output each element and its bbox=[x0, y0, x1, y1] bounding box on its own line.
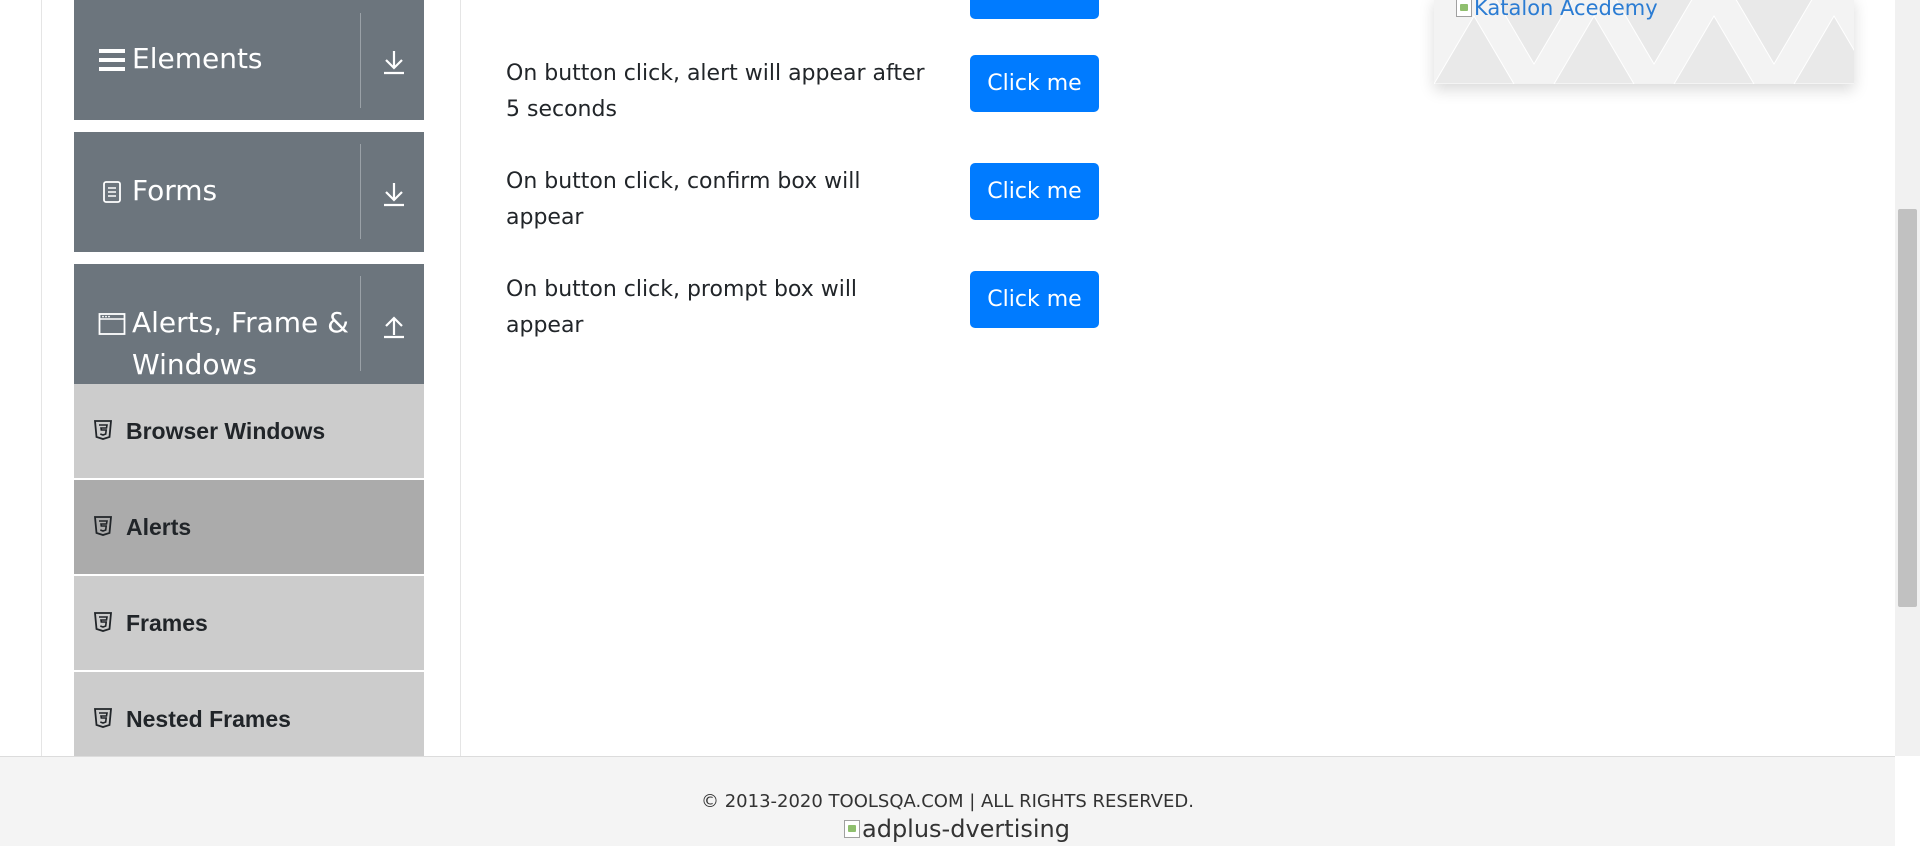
group-divider bbox=[360, 276, 361, 371]
row-description: On button click, prompt box will appear bbox=[506, 277, 858, 338]
window-icon bbox=[98, 310, 126, 338]
timer-alert-button[interactable]: Click me bbox=[970, 55, 1099, 112]
group-divider bbox=[360, 144, 361, 239]
sidebar-group-forms[interactable]: Forms bbox=[74, 132, 424, 252]
copyright-text: © 2013-2020 TOOLSQA.COM | ALL RIGHTS RES… bbox=[700, 791, 1194, 812]
download-arrow-icon[interactable] bbox=[378, 46, 410, 78]
sidebar-item-alerts[interactable]: Alerts bbox=[74, 480, 424, 574]
sidebar-group-title: Alerts, Frame & Windows bbox=[132, 306, 350, 381]
sidebar-group-alerts-frame-windows[interactable]: Alerts, Frame & Windows bbox=[74, 264, 424, 384]
broken-image-icon bbox=[1456, 0, 1472, 17]
scrollbar-thumb[interactable] bbox=[1898, 209, 1917, 607]
sidebar-item-nested-frames[interactable]: Nested Frames bbox=[74, 672, 424, 756]
sidebar-item-frames[interactable]: Frames bbox=[74, 576, 424, 670]
hamburger-icon bbox=[98, 46, 126, 74]
sidebar-item-label: Frames bbox=[126, 609, 208, 636]
sidebar-item-label: Nested Frames bbox=[126, 705, 291, 732]
upload-arrow-icon[interactable] bbox=[378, 310, 410, 342]
ad-alt-text: adplus-dvertising bbox=[862, 815, 1070, 843]
row-description: On button click, confirm box will appear bbox=[506, 169, 861, 230]
html5-shield-icon bbox=[94, 708, 112, 728]
download-arrow-icon[interactable] bbox=[378, 178, 410, 210]
group-divider bbox=[360, 13, 361, 108]
footer-ad[interactable]: adplus-dvertising bbox=[844, 815, 1070, 843]
alert-button[interactable]: Click me bbox=[970, 0, 1099, 19]
confirm-button[interactable]: Click me bbox=[970, 163, 1099, 220]
ad-alt-text: Katalon Acedemy bbox=[1474, 0, 1658, 20]
footer: © 2013-2020 TOOLSQA.COM | ALL RIGHTS RES… bbox=[0, 756, 1895, 846]
prompt-button[interactable]: Click me bbox=[970, 271, 1099, 328]
katalon-academy-ad-link[interactable]: Katalon Acedemy bbox=[1456, 0, 1658, 20]
ad-banner[interactable]: Katalon Acedemy bbox=[1434, 0, 1854, 84]
sidebar-item-label: Alerts bbox=[126, 513, 192, 540]
sidebar-item-browser-windows[interactable]: Browser Windows bbox=[74, 384, 424, 478]
sidebar-group-elements[interactable]: Elements bbox=[74, 0, 424, 120]
sidebar-separator bbox=[460, 0, 461, 756]
html5-shield-icon bbox=[94, 612, 112, 632]
document-icon bbox=[98, 178, 126, 206]
broken-image-icon bbox=[844, 820, 860, 838]
html5-shield-icon bbox=[94, 516, 112, 536]
sidebar-submenu: Browser Windows Alerts Frames Nested Fra… bbox=[74, 384, 424, 756]
html5-shield-icon bbox=[94, 420, 112, 440]
left-border bbox=[41, 0, 42, 756]
sidebar-item-label: Browser Windows bbox=[126, 417, 326, 444]
sidebar-group-title: Forms bbox=[132, 174, 218, 207]
row-description: On button click, alert will appear after… bbox=[506, 61, 925, 122]
sidebar-group-title: Elements bbox=[132, 42, 263, 75]
page: Elements Forms Alerts, Frame & Windows B… bbox=[0, 0, 1920, 846]
